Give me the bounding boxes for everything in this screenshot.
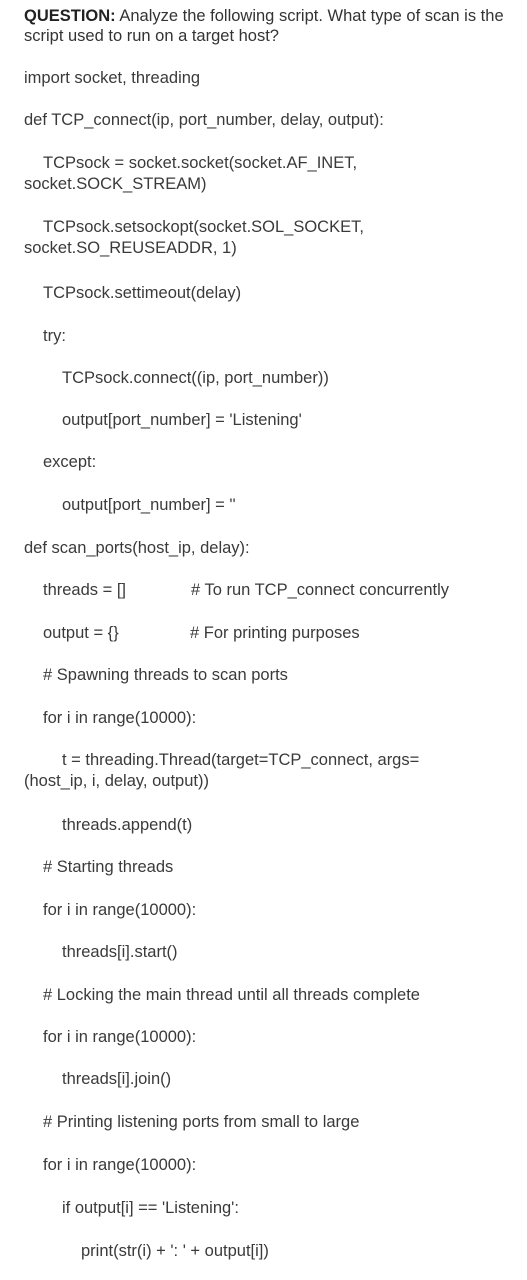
code-line-thread-create-2: (host_ip, i, delay, output)) [24,772,209,790]
code-line-thread-create-1: t = threading.Thread(target=TCP_connect,… [62,751,420,769]
code-line-tcpsock-create-2: socket.SOCK_STREAM) [24,175,207,193]
output-init-comment: # For printing purposes [190,624,360,642]
code-line-for-print: for i in range(10000): [43,1156,197,1174]
code-line-for-join: for i in range(10000): [43,1028,197,1046]
code-line-def-scan-ports: def scan_ports(host_ip, delay): [24,539,250,557]
code-line-for-start: for i in range(10000): [43,901,197,919]
code-line-append: threads.append(t) [62,816,193,834]
code-line-setsockopt-1: TCPsock.setsockopt(socket.SOL_SOCKET, [43,218,364,236]
code-line-if-listening: if output[i] == 'Listening': [62,1199,239,1217]
threads-init-comment: # To run TCP_connect concurrently [191,581,450,599]
code-line-connect: TCPsock.connect((ip, port_number)) [62,369,329,387]
code-line-threads-init: threads = [] # To run TCP_connect concur… [24,580,519,601]
code-line-spawn-comment: # Spawning threads to scan ports [43,666,288,684]
code-line-settimeout: TCPsock.settimeout(delay) [43,284,242,302]
code-line-output-listening: output[port_number] = 'Listening' [62,411,302,429]
code-line-tcpsock-create-1: TCPsock = socket.socket(socket.AF_INET, [43,154,358,172]
code-line-print: print(str(i) + ': ' + output[i]) [81,1242,269,1260]
output-init-code: output = {} [43,624,119,642]
code-line-try: try: [43,327,66,345]
threads-init-code: threads = [] [43,581,127,599]
code-line-def-tcp-connect: def TCP_connect(ip, port_number, delay, … [24,111,384,129]
code-line-join: threads[i].join() [62,1070,172,1088]
code-line-start-comment: # Starting threads [43,858,174,876]
code-line-print-comment: # Printing listening ports from small to… [43,1113,360,1131]
question-label: QUESTION: [24,7,116,25]
code-line-output-empty: output[port_number] = '' [62,496,236,514]
code-line-except: except: [43,453,97,471]
code-line-for-spawn: for i in range(10000): [43,709,197,727]
code-line-output-init: output = {} # For printing purposes [24,623,519,644]
code-line-setsockopt-2: socket.SO_REUSEADDR, 1) [24,239,237,257]
question-text: QUESTION: Analyze the following script. … [24,6,514,46]
code-line-start: threads[i].start() [62,943,178,961]
code-line-lock-comment: # Locking the main thread until all thre… [43,986,420,1004]
code-line-import: import socket, threading [24,69,201,87]
